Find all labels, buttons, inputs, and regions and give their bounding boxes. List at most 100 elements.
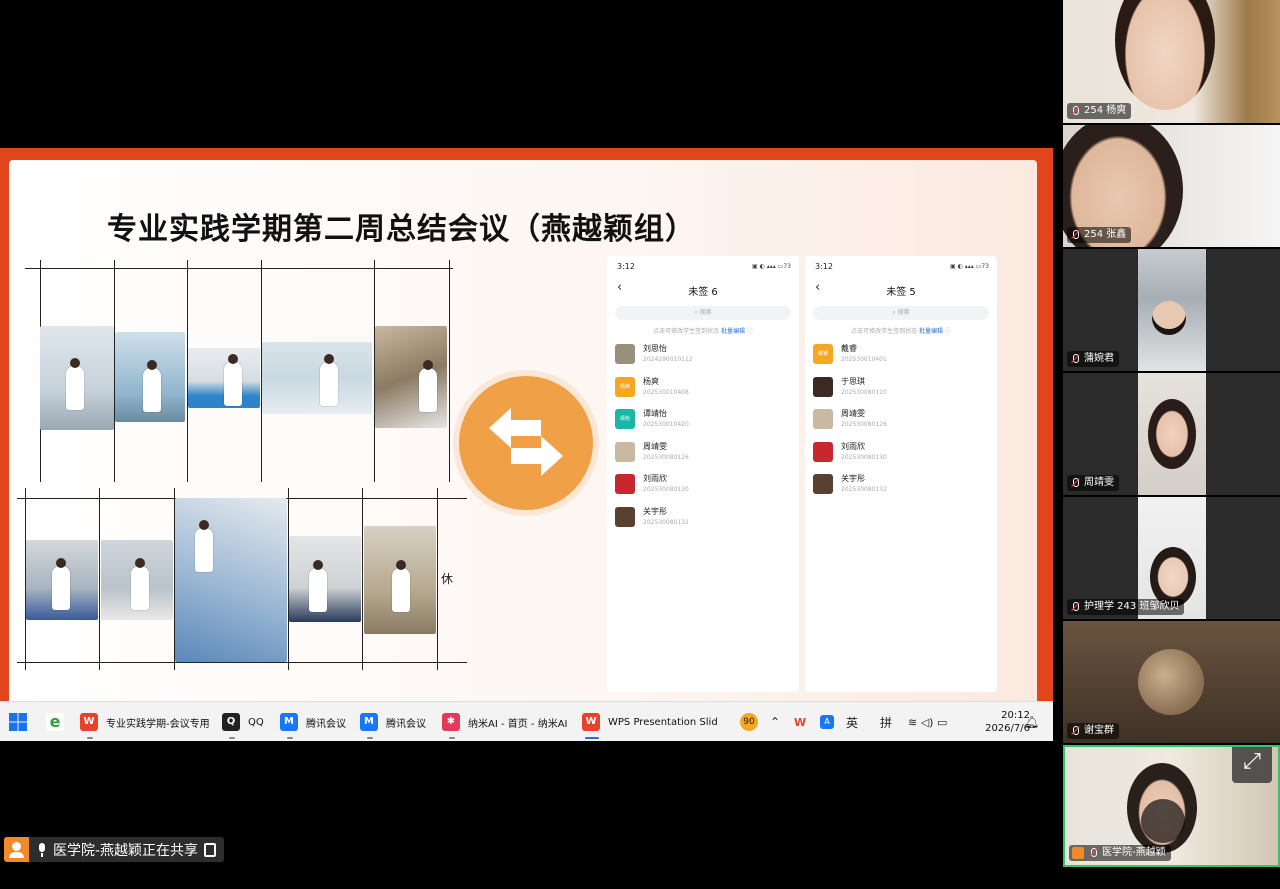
qq-icon: Q bbox=[222, 713, 240, 731]
phone-status-icons: ▣ ◐ ▴▴▴ ▭73 bbox=[752, 262, 791, 270]
taskbar-app-label: 专业实践学期-会议专用 bbox=[106, 718, 210, 730]
bell-icon: 🔔︎ bbox=[1024, 715, 1040, 729]
taskbar-app-label: 纳米AI - 首页 - 纳米AI bbox=[468, 718, 568, 730]
participant-name: 254 张鑫 bbox=[1067, 227, 1132, 243]
taskbar-app-button[interactable]: W WPS Presentation Slid bbox=[582, 702, 718, 742]
nami-ai-icon: ✱ bbox=[442, 713, 460, 731]
student-row: 刘雨欣 202530080130 bbox=[615, 470, 791, 503]
phone-screenshot: 3:12 ▣ ◐ ▴▴▴ ▭73 ‹ 未签 6 ⌕ 搜索 点击可修改学生签到状态 … bbox=[607, 256, 799, 692]
system-clock[interactable]: 20:12 2026/7/6 bbox=[970, 709, 1030, 735]
student-row: 关宇彤 202530080132 bbox=[813, 470, 989, 503]
taskbar-app-button[interactable]: M 腾讯会议 bbox=[360, 702, 426, 742]
document-icon bbox=[204, 842, 217, 857]
student-row: 靖怡 谭靖怡 202530010420 bbox=[615, 405, 791, 438]
participant-tile[interactable]: 254 张鑫 bbox=[1063, 125, 1280, 247]
tray-wps-icon[interactable]: W bbox=[794, 702, 806, 742]
student-avatar: 靖怡 bbox=[615, 409, 635, 429]
practice-photo bbox=[188, 348, 260, 408]
windows-logo-icon bbox=[9, 713, 27, 731]
screen-share-status[interactable]: 医学院-燕越颖正在共享 bbox=[4, 837, 225, 862]
mic-icon bbox=[1088, 847, 1098, 859]
clock-time: 20:12 bbox=[1001, 710, 1030, 721]
student-row: 刘思怡 2024290010112 bbox=[615, 340, 791, 373]
practice-photo bbox=[262, 342, 372, 414]
network-volume-battery[interactable]: ≋ ◁) ▭ bbox=[908, 702, 947, 742]
participant-tile[interactable]: 周靖雯 bbox=[1063, 373, 1280, 495]
student-list: 刘思怡 2024290010112 杨爽 杨爽 202530010408 靖怡 谭靖怡 202… bbox=[615, 340, 791, 535]
taskbar-app-label: 腾讯会议 bbox=[386, 718, 426, 730]
show-hidden-icons-button[interactable]: ⌃ bbox=[770, 702, 780, 742]
student-name: 杨爽 bbox=[643, 376, 659, 386]
tray-ai-icon[interactable]: A bbox=[820, 702, 834, 742]
mic-muted-icon bbox=[1070, 477, 1080, 489]
student-row: 关宇彤 202530080132 bbox=[615, 503, 791, 536]
start-button[interactable] bbox=[8, 702, 28, 742]
practice-photo bbox=[175, 498, 287, 662]
student-id: 202530080132 bbox=[841, 486, 887, 493]
mic-muted-icon bbox=[1070, 105, 1080, 117]
mic-muted-icon bbox=[1070, 353, 1080, 365]
tencent-meeting-icon: M bbox=[360, 713, 378, 731]
share-status-text: 医学院-燕越颖正在共享 bbox=[53, 842, 199, 859]
student-avatar: 杨爽 bbox=[615, 376, 635, 397]
taskbar-app-label: 腾讯会议 bbox=[306, 718, 346, 730]
taskbar-app-button[interactable]: M 腾讯会议 bbox=[280, 702, 346, 742]
student-name: 于思琪 bbox=[841, 376, 865, 386]
student-avatar bbox=[813, 441, 833, 462]
student-row: 戴睿 戴睿 202530010401 bbox=[813, 340, 989, 373]
student-id: 202530080126 bbox=[841, 421, 887, 428]
taskbar-app-button[interactable]: W 专业实践学期-会议专用 bbox=[80, 702, 210, 742]
mic-muted-overlay-icon bbox=[1141, 799, 1185, 843]
swap-arrows-icon bbox=[459, 376, 593, 510]
phone-search-field: ⌕ 搜索 bbox=[813, 306, 989, 320]
participant-tile[interactable]: 蒲婉君 bbox=[1063, 249, 1280, 371]
student-avatar bbox=[615, 506, 635, 527]
tray-badge[interactable]: 90 bbox=[740, 702, 758, 742]
mic-icon bbox=[37, 842, 47, 857]
participant-name: 护理学 243 班邹欣贝 bbox=[1067, 599, 1185, 615]
mic-muted-icon bbox=[1070, 601, 1080, 613]
student-id: 202530010401 bbox=[841, 356, 887, 363]
presentation-slide: 专业实践学期第二周总结会议（燕越颖组） 休 3:12 ▣ ◐ ▴▴▴ ▭73 ‹… bbox=[9, 160, 1037, 708]
windows-taskbar: e W 专业实践学期-会议专用 Q QQ M 腾讯会议 M 腾讯会议 ✱ 纳米AI - 首页 - … bbox=[0, 701, 1053, 741]
notification-button[interactable]: 🔔︎ bbox=[1024, 702, 1039, 742]
phone-time: 3:12 bbox=[617, 261, 635, 271]
practice-photo bbox=[115, 332, 185, 422]
participant-tile[interactable]: 护理学 243 班邹欣贝 bbox=[1063, 497, 1280, 619]
participant-name: 谢宝群 bbox=[1067, 723, 1119, 739]
phone-hint: 点击可修改学生签到状态 批量编辑 ⓘ bbox=[851, 328, 951, 335]
shared-screen: 专业实践学期第二周总结会议（燕越颖组） 休 3:12 ▣ ◐ ▴▴▴ ▭73 ‹… bbox=[0, 148, 1053, 741]
student-name: 刘雨欣 bbox=[643, 474, 667, 483]
student-name: 周靖雯 bbox=[643, 441, 667, 451]
wps-presentation-icon: W bbox=[582, 713, 600, 731]
wps-icon: W bbox=[80, 713, 98, 731]
phone-screenshot: 3:12 ▣ ◐ ▴▴▴ ▭73 ‹ 未签 5 ⌕ 搜索 点击可修改学生签到状态 … bbox=[805, 256, 997, 692]
student-name: 刘思怡 bbox=[643, 344, 667, 353]
student-avatar bbox=[615, 344, 635, 364]
ime-language[interactable]: 英 bbox=[846, 702, 858, 742]
student-avatar bbox=[813, 409, 833, 429]
practice-photo bbox=[375, 326, 447, 428]
ai-tray-icon: A bbox=[820, 715, 834, 729]
participant-tile[interactable]: 254 杨爽 bbox=[1063, 0, 1280, 123]
student-row: 杨爽 杨爽 202530010408 bbox=[615, 373, 791, 406]
taskbar-app-button[interactable]: ✱ 纳米AI - 首页 - 纳米AI bbox=[442, 702, 568, 742]
student-id: 2024290010112 bbox=[643, 356, 693, 363]
participant-name: 周靖雯 bbox=[1067, 475, 1119, 491]
participant-tile-self[interactable]: ⤢ 医学院-燕越颖 bbox=[1063, 745, 1280, 867]
participant-tile[interactable]: 谢宝群 bbox=[1063, 621, 1280, 743]
practice-photo bbox=[364, 526, 436, 634]
student-avatar bbox=[615, 474, 635, 494]
edge-browser-button[interactable]: e bbox=[46, 702, 72, 742]
battery-icon: ▭ bbox=[936, 715, 948, 729]
practice-photo bbox=[101, 540, 173, 620]
student-id: 202530080130 bbox=[841, 453, 887, 461]
student-row: 周靖雯 202530080126 bbox=[615, 438, 791, 471]
expand-button[interactable]: ⤢ bbox=[1232, 747, 1272, 783]
phone-time: 3:12 bbox=[815, 261, 833, 271]
taskbar-app-button[interactable]: Q QQ bbox=[222, 702, 264, 742]
ime-mode[interactable]: 拼 bbox=[880, 702, 892, 742]
student-name: 戴睿 bbox=[841, 344, 857, 353]
practice-photo bbox=[289, 536, 361, 622]
participant-video bbox=[1138, 249, 1206, 371]
